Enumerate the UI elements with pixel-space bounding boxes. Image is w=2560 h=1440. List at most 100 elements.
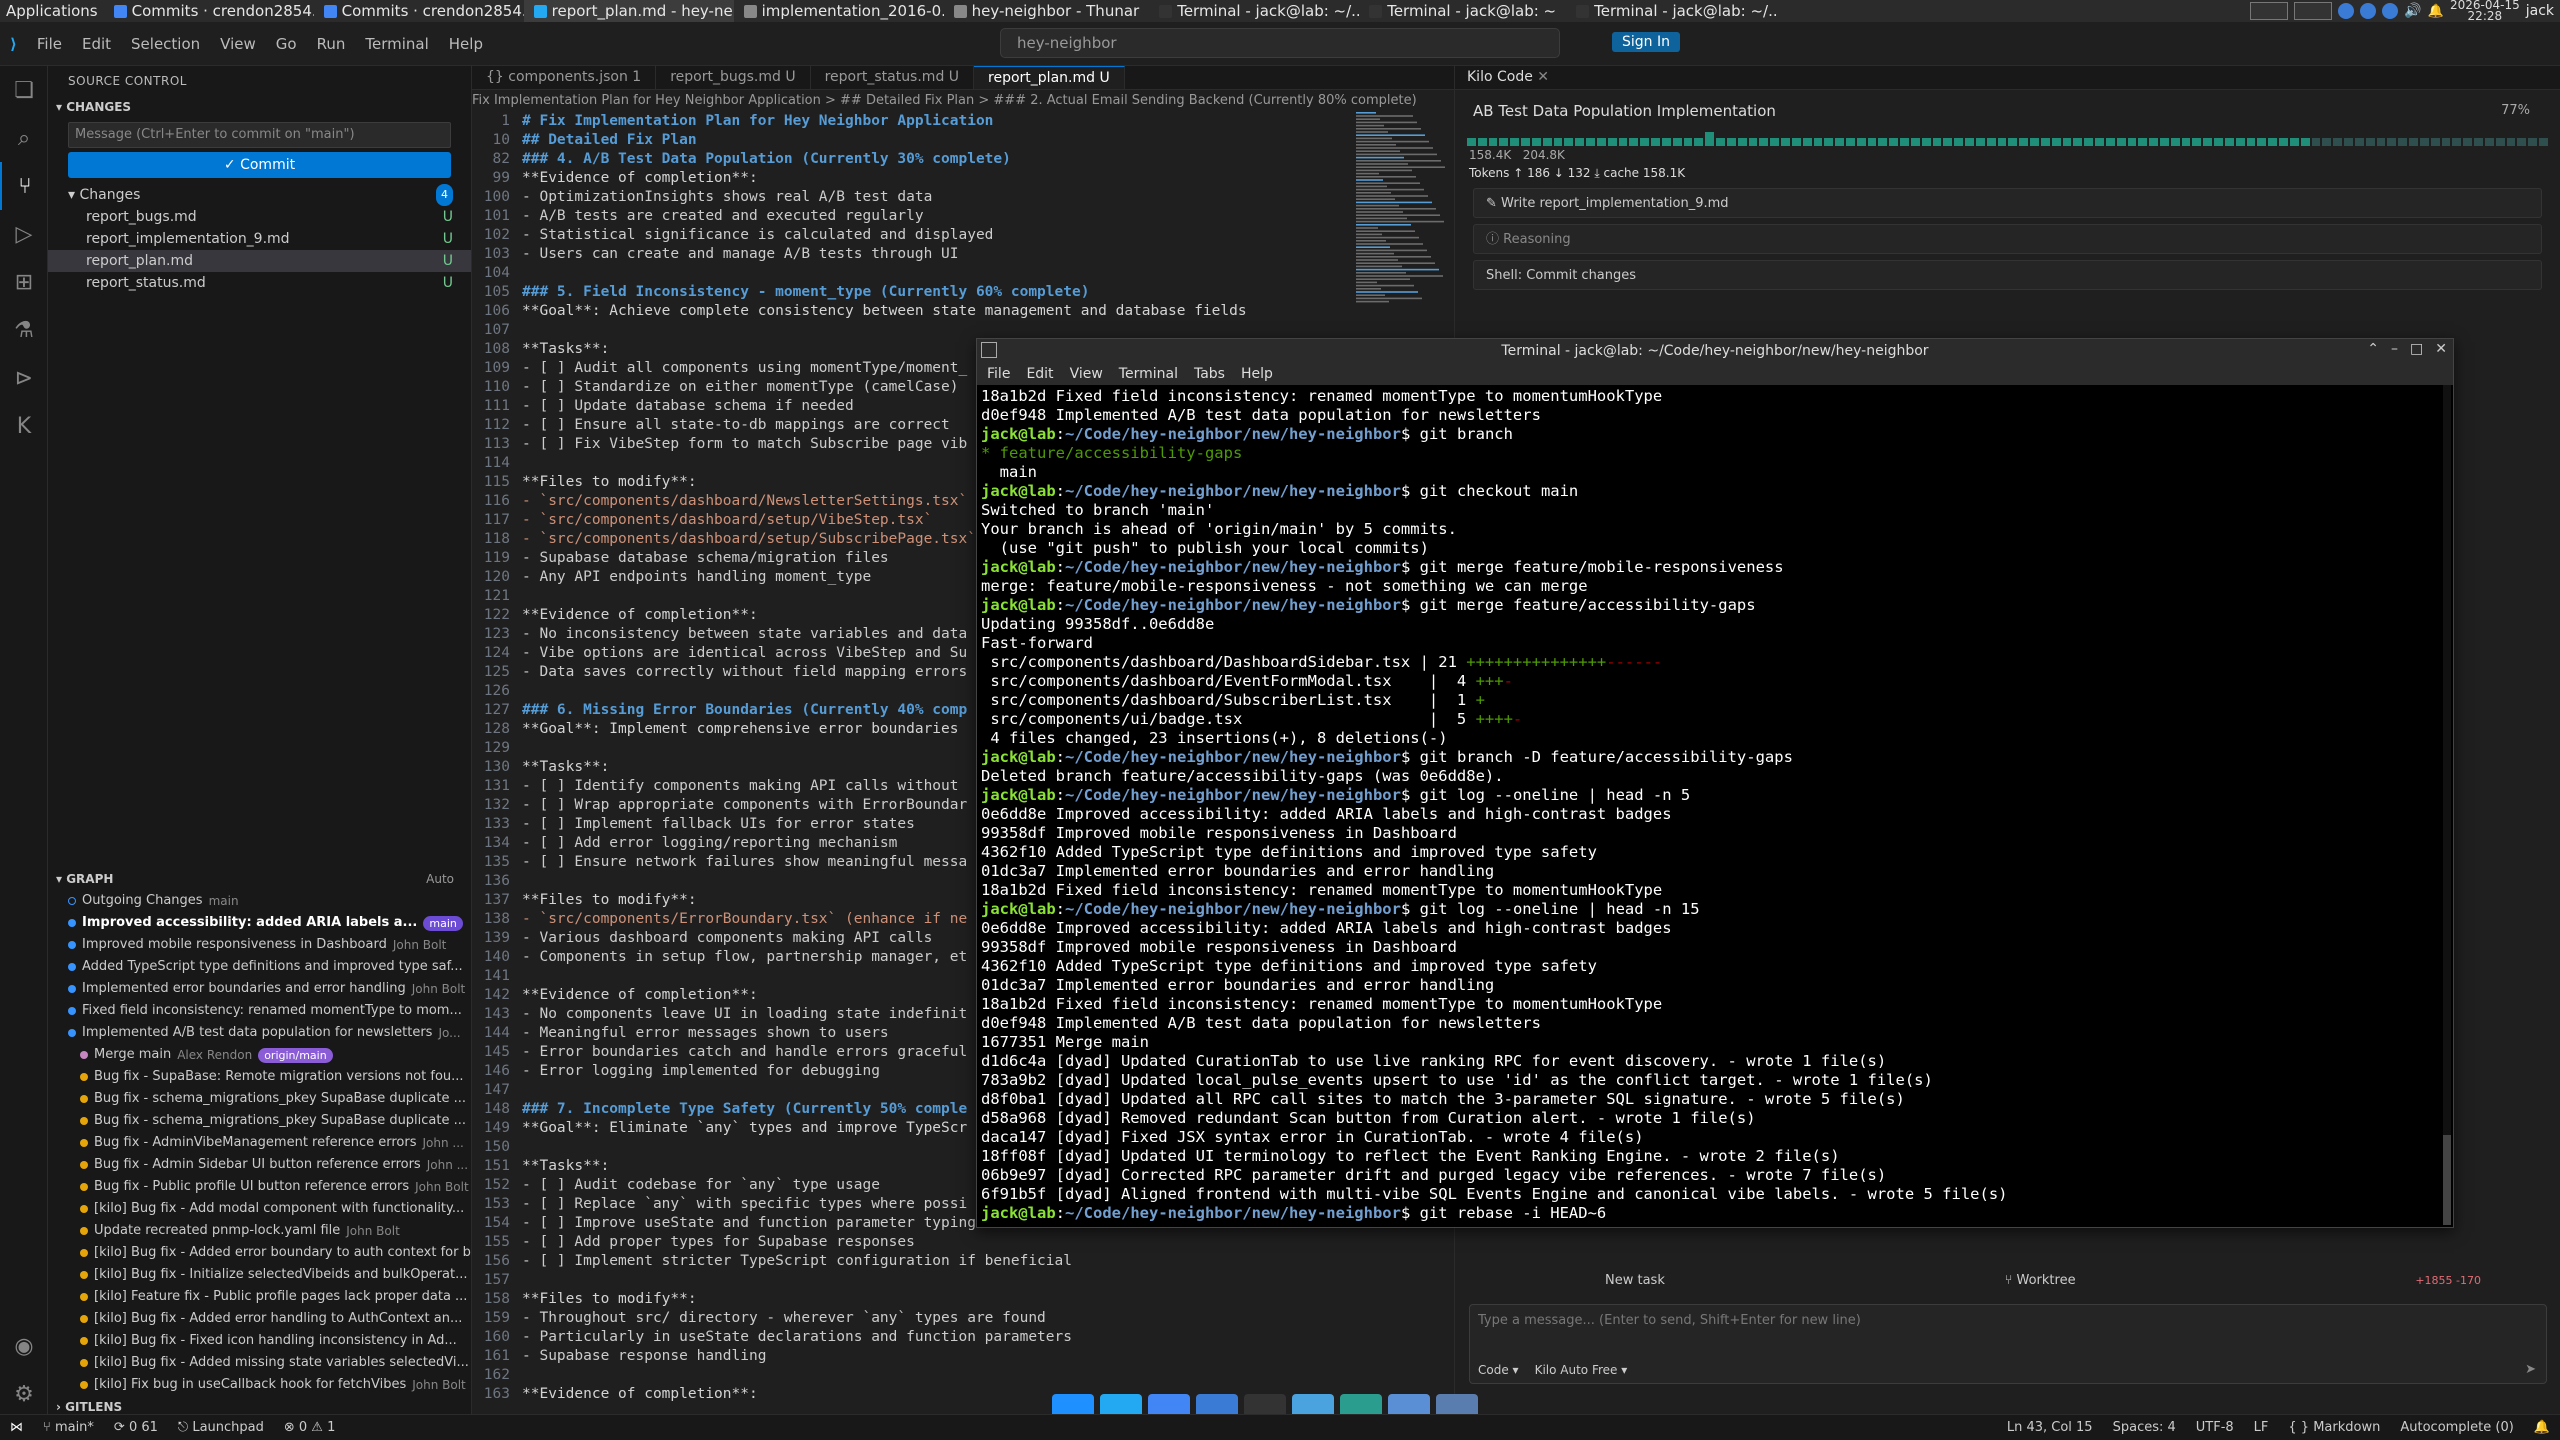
workspace-1[interactable]	[2250, 2, 2289, 20]
shell-card[interactable]: Shell: Commit changes	[1473, 260, 2542, 290]
remote-indicator-icon[interactable]: ⋈	[0, 1420, 33, 1435]
terminal-menu-terminal[interactable]: Terminal	[1119, 366, 1178, 382]
taskbar-window-5[interactable]: Terminal - jack@lab: ~/...	[1149, 0, 1359, 22]
commit-row[interactable]: Bug fix - SupaBase: Remote migration ver…	[48, 1066, 472, 1088]
autocomplete-status[interactable]: Autocomplete (0)	[2390, 1420, 2523, 1435]
commit-row[interactable]: Improved mobile responsiveness in Dashbo…	[48, 934, 472, 956]
menu-file[interactable]: File	[27, 35, 72, 53]
minimap[interactable]	[1352, 112, 1452, 312]
commit-row[interactable]: [kilo] Bug fix - Add modal component wit…	[48, 1198, 472, 1220]
taskbar-window-6[interactable]: Terminal - jack@lab: ~	[1359, 0, 1566, 22]
maximize-icon[interactable]: □	[2410, 341, 2423, 357]
user-name[interactable]: jack	[2526, 3, 2554, 19]
launchpad-item[interactable]: ⎋ Launchpad	[168, 1420, 274, 1435]
close-icon[interactable]: ✕	[2435, 341, 2447, 357]
editor-tab[interactable]: {} components.json 1	[472, 66, 657, 89]
menu-edit[interactable]: Edit	[72, 35, 121, 53]
manage-gear-icon[interactable]: ⚙	[0, 1370, 48, 1418]
problems-status[interactable]: ⊗ 0 ⚠ 1	[274, 1420, 346, 1435]
outgoing-changes-row[interactable]: Outgoing Changes main	[48, 890, 472, 912]
taskbar-window-4[interactable]: hey-neighbor - Thunar	[944, 0, 1150, 22]
bluetooth-icon[interactable]	[2360, 3, 2377, 19]
extensions-icon[interactable]: ⊞	[0, 258, 48, 306]
changes-section-header[interactable]: ▾ CHANGES	[48, 96, 471, 118]
update-icon[interactable]	[2382, 3, 2399, 19]
shade-icon[interactable]: ⌃	[2367, 341, 2379, 357]
model-select[interactable]: Kilo Auto Free ▾	[1535, 1363, 1628, 1377]
terminal-window[interactable]: Terminal - jack@lab: ~/Code/hey-neighbor…	[976, 338, 2454, 1228]
command-center[interactable]: hey-neighbor	[1000, 28, 1560, 58]
changed-file-row[interactable]: report_status.md U	[48, 272, 471, 294]
commit-row[interactable]: Update recreated pnmp-lock.yaml file John…	[48, 1220, 472, 1242]
network-icon[interactable]	[2338, 3, 2355, 19]
clock[interactable]: 2026-04-15 22:28	[2450, 0, 2520, 22]
editor-tab[interactable]: report_plan.md U	[974, 66, 1125, 89]
commit-row[interactable]: [kilo] Bug fix - Added error boundary to…	[48, 1242, 472, 1264]
terminal-menu-help[interactable]: Help	[1241, 366, 1273, 382]
remote-icon[interactable]: ⊳	[0, 354, 48, 402]
notifications-bell-icon[interactable]: 🔔	[2524, 1420, 2560, 1435]
menu-terminal[interactable]: Terminal	[355, 35, 438, 53]
terminal-menu-edit[interactable]: Edit	[1026, 366, 1053, 382]
write-tool-card[interactable]: ✎ Write report_implementation_9.md	[1473, 188, 2542, 218]
commit-button[interactable]: ✓ Commit	[68, 152, 451, 178]
menu-help[interactable]: Help	[439, 35, 493, 53]
terminal-titlebar[interactable]: Terminal - jack@lab: ~/Code/hey-neighbor…	[977, 339, 2453, 363]
workspace-2[interactable]	[2294, 2, 2333, 20]
language-mode[interactable]: { } Markdown	[2278, 1420, 2390, 1435]
commit-row[interactable]: Implemented A/B test data population for…	[48, 1022, 472, 1044]
commit-row[interactable]: Fixed field inconsistency: renamed momen…	[48, 1000, 472, 1022]
encoding[interactable]: UTF-8	[2186, 1420, 2244, 1435]
new-task-button[interactable]: New task	[1605, 1273, 1665, 1288]
commit-row[interactable]: Bug fix - schema_migrations_pkey SupaBas…	[48, 1110, 472, 1132]
commit-row[interactable]: Implemented error boundaries and error h…	[48, 978, 472, 1000]
send-icon[interactable]: ➤	[2525, 1362, 2536, 1377]
commit-row[interactable]: [kilo] Fix bug in useCallback hook for f…	[48, 1374, 472, 1396]
task-header[interactable]: AB Test Data Population Implementation 7…	[1455, 90, 2560, 132]
terminal-menu-view[interactable]: View	[1070, 366, 1103, 382]
mode-select[interactable]: Code ▾	[1478, 1363, 1519, 1377]
commit-row[interactable]: Bug fix - Admin Sidebar UI button refere…	[48, 1154, 472, 1176]
commit-row[interactable]: Merge main Alex Rendon origin/main	[48, 1044, 472, 1066]
message-input[interactable]: Type a message... (Enter to send, Shift+…	[1469, 1304, 2547, 1384]
search-icon[interactable]: ⌕	[0, 114, 48, 162]
worktree-button[interactable]: ⑂ Worktree	[2005, 1273, 2076, 1288]
terminal-scrollbar[interactable]	[2443, 385, 2451, 1225]
notification-icon[interactable]: 🔔	[2428, 4, 2444, 19]
commit-row[interactable]: Bug fix - Public profile UI button refer…	[48, 1176, 472, 1198]
taskbar-window-1[interactable]: Commits · crendon2854...	[314, 0, 524, 22]
changed-file-row[interactable]: report_bugs.md U	[48, 206, 471, 228]
eol[interactable]: LF	[2244, 1420, 2279, 1435]
applications-menu[interactable]: Applications	[0, 2, 104, 20]
menu-view[interactable]: View	[210, 35, 266, 53]
account-icon[interactable]: ◉	[0, 1322, 48, 1370]
commit-row[interactable]: Improved accessibility: added ARIA label…	[48, 912, 472, 934]
commit-row[interactable]: [kilo] Feature fix - Public profile page…	[48, 1286, 472, 1308]
commit-row[interactable]: Bug fix - schema_migrations_pkey SupaBas…	[48, 1088, 472, 1110]
close-icon[interactable]: ✕	[1537, 69, 1549, 85]
minimize-icon[interactable]: –	[2391, 341, 2398, 357]
changes-group[interactable]: ▾ Changes 4	[48, 184, 471, 206]
explorer-icon[interactable]: ❏	[0, 66, 48, 114]
breadcrumb[interactable]: Fix Implementation Plan for Hey Neighbor…	[472, 90, 1454, 112]
commit-row[interactable]: [kilo] Bug fix - Initialize selectedVibe…	[48, 1264, 472, 1286]
commit-row[interactable]: Bug fix - AdminVibeManagement reference …	[48, 1132, 472, 1154]
menu-selection[interactable]: Selection	[121, 35, 210, 53]
terminal-menu-file[interactable]: File	[987, 366, 1010, 382]
graph-auto-toggle[interactable]: Auto	[426, 868, 472, 890]
menu-run[interactable]: Run	[307, 35, 356, 53]
kilo-tab[interactable]: Kilo Code ✕	[1455, 66, 2560, 90]
changed-file-row[interactable]: report_implementation_9.md U	[48, 228, 471, 250]
taskbar-window-0[interactable]: Commits · crendon2854...	[104, 0, 314, 22]
sign-in-button[interactable]: Sign In	[1612, 32, 1680, 52]
sync-status[interactable]: ⟳ 0 61	[104, 1420, 168, 1435]
commit-message-input[interactable]: Message (Ctrl+Enter to commit on "main")	[68, 122, 451, 148]
commit-row[interactable]: [kilo] Bug fix - Added error handling to…	[48, 1308, 472, 1330]
menu-go[interactable]: Go	[266, 35, 307, 53]
run-debug-icon[interactable]: ▷	[0, 210, 48, 258]
source-control-icon[interactable]: ⑂	[0, 162, 48, 210]
commit-row[interactable]: [kilo] Bug fix - Fixed icon handling inc…	[48, 1330, 472, 1352]
commit-row[interactable]: Added TypeScript type definitions and im…	[48, 956, 472, 978]
testing-icon[interactable]: ⚗	[0, 306, 48, 354]
taskbar-window-2[interactable]: report_plan.md - hey-ne...	[523, 0, 734, 22]
